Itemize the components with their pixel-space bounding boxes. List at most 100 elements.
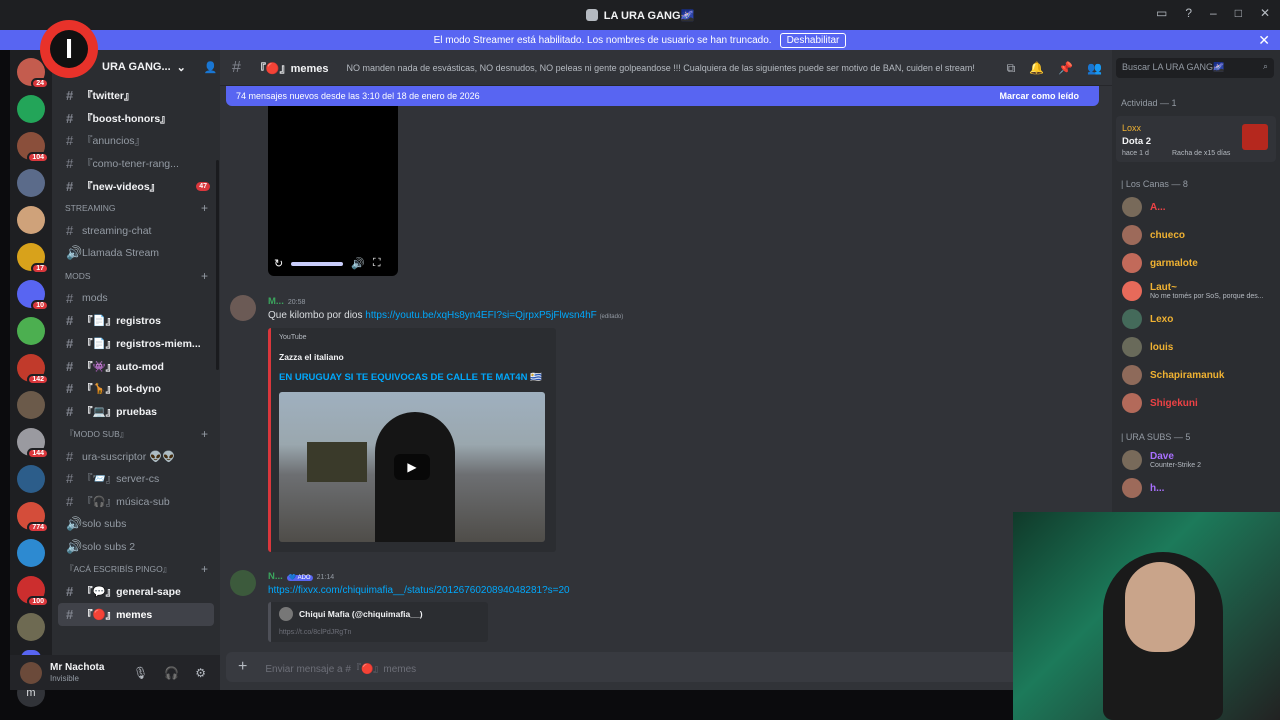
embed-author[interactable]: Zazza el italiano (279, 352, 344, 362)
search-input[interactable]: Buscar LA URA GANG🌌 ⌕ (1116, 58, 1274, 78)
video-player[interactable]: ↻ 🔊 ⛶ (268, 106, 398, 276)
close-banner-icon[interactable]: ✕ (1258, 32, 1270, 49)
disable-button[interactable]: Deshabilitar (779, 32, 847, 48)
member-item[interactable]: A... (1122, 197, 1166, 217)
channel-item[interactable]: # 『como-tener-rang... (52, 152, 220, 175)
server-icon[interactable]: 10 (17, 280, 49, 311)
add-channel-icon[interactable]: + (201, 201, 208, 215)
volume-icon[interactable]: 🔊 (351, 257, 365, 270)
mark-read-button[interactable]: Marcar como leído (999, 91, 1079, 101)
channel-item[interactable]: # 『🎧』música-sub (52, 490, 220, 513)
maximize-icon[interactable]: □ (1235, 6, 1242, 20)
member-item[interactable]: Shigekuni (1122, 393, 1198, 413)
channel-item[interactable]: # ura-suscriptor 👽👽 (52, 445, 220, 468)
member-item[interactable]: louis (1122, 337, 1173, 357)
channel-item[interactable]: # 『📨』server-cs (52, 468, 220, 491)
channel-item[interactable]: # 『💻』pruebas (52, 400, 220, 423)
server-icon[interactable] (17, 95, 45, 123)
help-icon[interactable]: ? (1185, 6, 1192, 20)
inbox-icon[interactable]: ▭ (1156, 6, 1167, 20)
member-item[interactable]: Laut~ No me tomés por SoS, porque des... (1122, 281, 1264, 301)
avatar[interactable] (230, 295, 256, 321)
server-icon[interactable] (17, 539, 45, 567)
new-messages-bar[interactable]: 74 mensajes nuevos desde las 3:10 del 18… (226, 86, 1099, 106)
channel-item[interactable]: # streaming-chat (52, 219, 220, 242)
category-header[interactable]: 『MODO SUB』 + (52, 423, 220, 445)
close-icon[interactable]: ✕ (1260, 6, 1270, 20)
add-user-icon[interactable]: 👤 (204, 61, 218, 74)
member-item[interactable]: garmalote (1122, 253, 1198, 273)
video-thumbnail[interactable]: ▶ (279, 392, 545, 542)
add-attachment-icon[interactable]: + (238, 658, 247, 676)
message-author[interactable]: N... (268, 571, 283, 582)
channel-item[interactable]: 🔊 solo subs (52, 513, 220, 536)
member-item[interactable]: Schapiramanuk (1122, 365, 1224, 385)
pin-icon[interactable]: 📌 (1058, 61, 1073, 76)
server-icon[interactable] (17, 206, 45, 234)
message-author[interactable]: M... (268, 296, 284, 307)
server-icon[interactable] (17, 465, 45, 493)
play-icon[interactable]: ▶ (394, 454, 430, 480)
channel-item[interactable]: 🔊 solo subs 2 (52, 536, 220, 559)
category-header[interactable]: mods + (52, 265, 220, 287)
add-channel-icon[interactable]: + (201, 269, 208, 283)
server-icon[interactable]: 17 (17, 243, 49, 274)
member-item[interactable]: chueco (1122, 225, 1185, 245)
avatar[interactable] (20, 661, 42, 684)
server-icon[interactable]: 774 (17, 502, 49, 533)
streamer-face (1125, 562, 1195, 652)
channel-item[interactable]: # 『📄』registros-miem... (52, 332, 220, 355)
threads-icon[interactable]: ⧉ (1007, 61, 1016, 76)
members-icon[interactable]: 👥 (1087, 61, 1102, 76)
activity-user[interactable]: Loxx (1122, 123, 1141, 133)
channel-item[interactable]: # 『anuncios』 (52, 129, 220, 152)
channel-topic[interactable]: NO manden nada de esvásticas, NO desnudo… (347, 63, 987, 73)
channel-item[interactable]: 🔊 Llamada Stream (52, 242, 220, 265)
channel-item[interactable]: # 『boost-honors』 (52, 107, 220, 130)
add-channel-icon[interactable]: + (201, 562, 208, 576)
server-icon[interactable]: 104 (17, 132, 49, 163)
channel-item[interactable]: # 『🦒』bot-dyno (52, 378, 220, 401)
server-icon[interactable] (17, 391, 45, 419)
server-icon[interactable] (17, 169, 45, 197)
embed-title[interactable]: EN URUGUAY SI TE EQUIVOCAS DE CALLE TE M… (279, 372, 542, 383)
server-icon[interactable]: 144 (17, 428, 49, 459)
category-header[interactable]: 『acá escribís pingo』 + (52, 558, 220, 580)
category-label: 『acá escribís pingo』 (65, 564, 172, 575)
server-icon[interactable]: 142 (17, 354, 49, 385)
channel-item[interactable]: # 『new-videos』 47 (52, 175, 220, 198)
channel-item[interactable]: # 『👾』auto-mod (52, 355, 220, 378)
user-panel[interactable]: Mr Nachota Invisible 🎙 🎧 ⚙ (10, 655, 220, 690)
fullscreen-icon[interactable]: ⛶ (373, 257, 381, 270)
embed-sub[interactable]: https://t.co/8clPdJRgTn (279, 629, 351, 636)
channel-item[interactable]: # 『💬』general-sape (52, 580, 220, 603)
message-link[interactable]: https://youtu.be/xqHs8yn4EFI?si=QjrpxP5j… (365, 310, 597, 321)
message-link[interactable]: https://fixvx.com/chiquimafia__/status/2… (268, 585, 570, 596)
member-item[interactable]: Lexo (1122, 309, 1173, 329)
gear-icon[interactable]: ⚙ (195, 666, 206, 680)
channel-item[interactable]: # 『twitter』 (52, 84, 220, 107)
microphone-icon[interactable]: 🎙 (133, 666, 148, 680)
sidebar-scrollbar[interactable] (216, 160, 219, 370)
activity-card[interactable]: Loxx Dota 2 hace 1 d Racha de x15 días (1116, 116, 1276, 162)
headphones-icon[interactable]: 🎧 (164, 666, 179, 680)
minimize-icon[interactable]: – (1210, 6, 1217, 20)
member-item[interactable]: Dave Counter-Strike 2 (1122, 450, 1201, 470)
server-icon[interactable] (17, 317, 45, 345)
embed-provider[interactable]: YouTube (279, 334, 307, 341)
volume-slider[interactable] (291, 261, 344, 266)
add-channel-icon[interactable]: + (201, 427, 208, 441)
category-header[interactable]: STREAMING + (52, 197, 220, 219)
server-icon[interactable] (17, 613, 45, 641)
embed-author[interactable]: Chiqui Mafia (@chiquimafia__) (299, 609, 423, 619)
replay-icon[interactable]: ↻ (274, 257, 283, 270)
avatar[interactable] (230, 570, 256, 596)
member-item[interactable]: h... (1122, 478, 1164, 498)
channel-item[interactable]: # mods (52, 287, 220, 310)
bell-icon[interactable]: 🔔 (1029, 61, 1044, 76)
server-icon[interactable]: 100 (17, 576, 49, 607)
message-composer[interactable]: + Enviar mensaje a #『🔴』memes (226, 652, 1099, 682)
channel-item[interactable]: # 『🔴』memes (58, 603, 214, 626)
channel-item[interactable]: # 『📄』registros (52, 310, 220, 333)
server-icon[interactable]: 24 (17, 58, 49, 89)
